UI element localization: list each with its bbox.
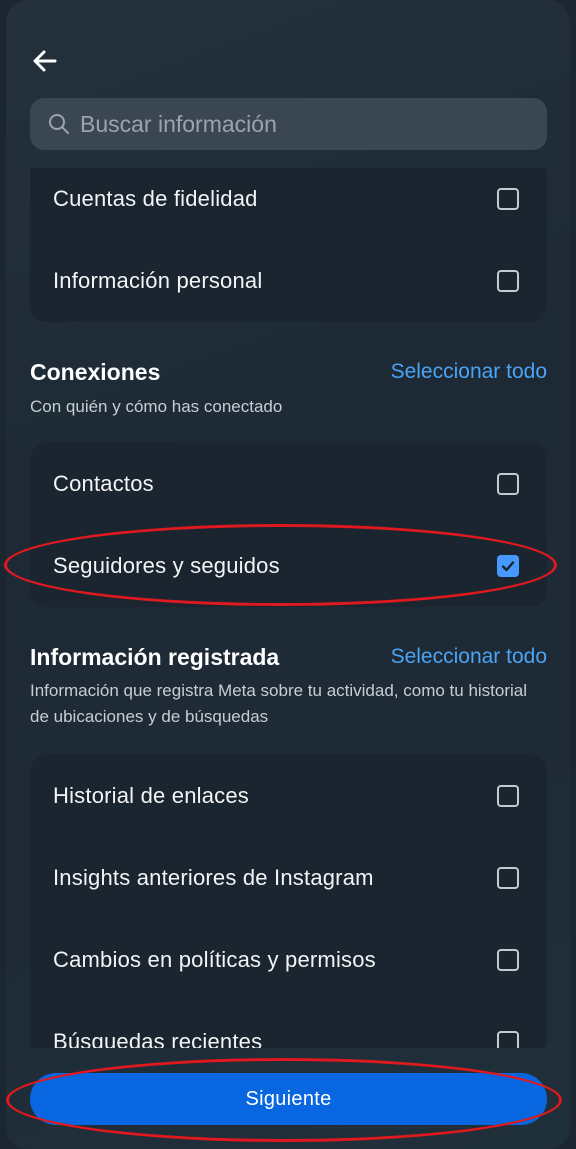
checkmark-icon: [501, 561, 515, 572]
back-arrow-icon[interactable]: [30, 46, 60, 76]
checkbox[interactable]: [497, 473, 519, 495]
list-item-historial-enlaces[interactable]: Historial de enlaces: [30, 755, 547, 837]
select-all-conexiones-link[interactable]: Seleccionar todo: [391, 360, 547, 384]
list-item-label: Insights anteriores de Instagram: [53, 865, 374, 890]
list-item-busquedas-recientes[interactable]: Búsquedas recientes: [30, 1001, 547, 1048]
checkbox[interactable]: [497, 949, 519, 971]
select-all-informacion-link[interactable]: Seleccionar todo: [391, 645, 547, 669]
next-button[interactable]: Siguiente: [30, 1073, 547, 1125]
list-item-label: Historial de enlaces: [53, 783, 249, 808]
list-item-label: Cuentas de fidelidad: [53, 186, 258, 211]
checkbox[interactable]: [497, 270, 519, 292]
checkbox[interactable]: [497, 867, 519, 889]
section-description-conexiones: Con quién y cómo has conectado: [30, 397, 283, 416]
connections-card: Contactos Seguidores y seguidos: [30, 443, 547, 607]
section-description-informacion: Información que registra Meta sobre tu a…: [30, 681, 528, 726]
list-item-label: Búsquedas recientes: [53, 1029, 263, 1048]
search-icon: [48, 113, 70, 135]
checkbox[interactable]: [497, 785, 519, 807]
list-item-label: Contactos: [53, 471, 154, 496]
checkbox[interactable]: [497, 1031, 519, 1048]
list-item-informacion-personal[interactable]: Información personal: [30, 240, 547, 322]
list-item-cambios-politicas[interactable]: Cambios en políticas y permisos: [30, 919, 547, 1001]
list-item-label: Seguidores y seguidos: [53, 553, 280, 578]
list-item-insights-instagram[interactable]: Insights anteriores de Instagram: [30, 837, 547, 919]
list-item-label: Información personal: [53, 268, 263, 293]
list-item-contactos[interactable]: Contactos: [30, 443, 547, 525]
search-bar[interactable]: [30, 98, 547, 150]
scroll-area[interactable]: Cuentas de fidelidad Información persona…: [6, 168, 570, 1048]
section-title-conexiones: Conexiones: [30, 359, 161, 385]
section-title-informacion-registrada: Información registrada: [30, 644, 280, 670]
list-item-label: Cambios en políticas y permisos: [53, 947, 376, 972]
checkbox[interactable]: [497, 188, 519, 210]
list-item-cuentas-fidelidad[interactable]: Cuentas de fidelidad: [30, 168, 547, 240]
checkbox-checked[interactable]: [497, 555, 519, 577]
logged-info-card: Historial de enlaces Insights anteriores…: [30, 755, 547, 1048]
panel: Cuentas de fidelidad Información persona…: [6, 0, 570, 1149]
top-group-card: Cuentas de fidelidad Información persona…: [30, 168, 547, 322]
search-input[interactable]: [78, 109, 547, 139]
list-item-seguidores-seguidos[interactable]: Seguidores y seguidos: [30, 525, 547, 607]
